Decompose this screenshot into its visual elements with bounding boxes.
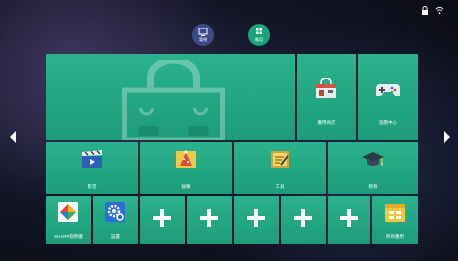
top-tabs: 電視 應用 bbox=[192, 24, 270, 46]
add-app-slot-2[interactable] bbox=[187, 196, 232, 244]
game-center-tile[interactable]: 遊戲中心 bbox=[358, 54, 418, 140]
all-apps-label: 所有應用 bbox=[386, 234, 404, 239]
store-icon bbox=[316, 78, 336, 98]
party-hat-icon bbox=[176, 150, 196, 168]
add-app-slot-5[interactable] bbox=[328, 196, 370, 244]
category-education-tile[interactable]: 教育 bbox=[328, 142, 418, 194]
featured-tile[interactable] bbox=[46, 54, 295, 140]
tab-apps[interactable]: 應用 bbox=[248, 24, 270, 46]
plus-icon bbox=[247, 209, 265, 227]
sharp-manual-label: SHARP說明書 bbox=[53, 234, 83, 239]
plus-icon bbox=[340, 209, 358, 227]
plus-icon bbox=[294, 209, 312, 227]
tools-icon bbox=[271, 151, 289, 168]
app-store-label: 應用商店 bbox=[317, 120, 336, 125]
game-center-label: 遊戲中心 bbox=[379, 120, 397, 125]
settings-gear-icon bbox=[105, 202, 125, 222]
plus-icon bbox=[200, 209, 218, 227]
add-app-slot-3[interactable] bbox=[234, 196, 279, 244]
category-entertainment-label: 娛樂 bbox=[181, 184, 191, 189]
status-bar bbox=[421, 6, 444, 15]
app-store-tile[interactable]: 應用商店 bbox=[297, 54, 356, 140]
all-apps-tile[interactable]: 所有應用 bbox=[372, 196, 418, 244]
settings-label: 設置 bbox=[111, 234, 120, 239]
add-app-slot-4[interactable] bbox=[281, 196, 326, 244]
category-entertainment-tile[interactable]: 娛樂 bbox=[140, 142, 232, 194]
wifi-icon bbox=[435, 6, 444, 15]
grid-icon bbox=[256, 28, 262, 34]
tv-icon bbox=[198, 28, 208, 36]
sharp-logo-icon bbox=[58, 202, 78, 222]
sharp-manual-tile[interactable]: SHARP說明書 bbox=[46, 196, 91, 244]
add-app-slot-1[interactable] bbox=[140, 196, 185, 244]
tab-apps-label: 應用 bbox=[255, 37, 263, 42]
settings-tile[interactable]: 設置 bbox=[93, 196, 138, 244]
shopping-bag-icon bbox=[122, 60, 225, 140]
all-apps-icon bbox=[385, 204, 405, 222]
clapperboard-icon bbox=[82, 150, 102, 168]
tab-tv[interactable]: 電視 bbox=[192, 24, 214, 46]
category-education-label: 教育 bbox=[368, 184, 378, 189]
left-arrow-icon[interactable] bbox=[8, 130, 18, 144]
category-tools-tile[interactable]: 工具 bbox=[234, 142, 326, 194]
category-video-label: 影音 bbox=[87, 184, 97, 189]
gamepad-icon bbox=[376, 84, 400, 96]
lock-icon bbox=[422, 6, 428, 15]
graduation-cap-icon bbox=[362, 152, 384, 166]
right-arrow-icon[interactable] bbox=[442, 130, 452, 144]
plus-icon bbox=[153, 209, 171, 227]
category-tools-label: 工具 bbox=[275, 184, 285, 189]
category-video-tile[interactable]: 影音 bbox=[46, 142, 138, 194]
tab-tv-label: 電視 bbox=[199, 37, 207, 42]
